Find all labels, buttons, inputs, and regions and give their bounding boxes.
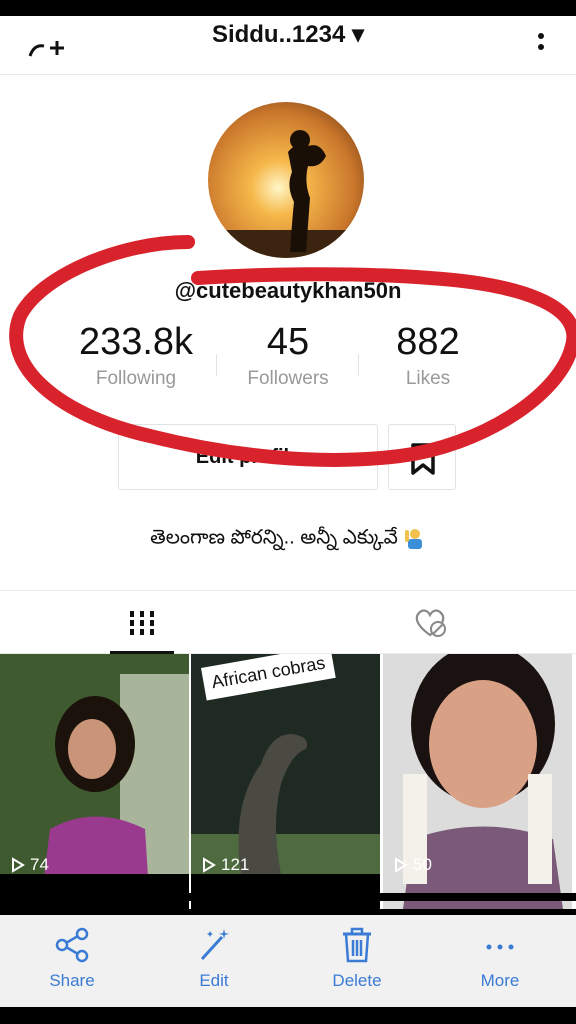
content-tabs bbox=[0, 590, 576, 654]
delete-label: Delete bbox=[332, 971, 382, 990]
magic-wand-icon bbox=[200, 929, 229, 961]
play-icon bbox=[12, 857, 25, 873]
play-icon bbox=[395, 857, 408, 873]
share-label: Share bbox=[49, 971, 95, 990]
edit-button[interactable]: Edit bbox=[164, 925, 264, 991]
share-button[interactable]: Share bbox=[22, 925, 122, 991]
more-button[interactable]: More bbox=[450, 925, 550, 991]
play-icon bbox=[203, 857, 216, 873]
video-thumbnail[interactable]: 50 bbox=[383, 654, 572, 909]
play-count-value: 50 bbox=[413, 855, 432, 874]
play-count-value: 121 bbox=[221, 855, 250, 874]
edit-label: Edit bbox=[199, 971, 229, 990]
share-icon bbox=[55, 927, 89, 963]
bottom-bezel bbox=[0, 1007, 576, 1024]
video-thumbnail[interactable]: 74 bbox=[0, 654, 189, 909]
grid-icon bbox=[130, 611, 154, 635]
status-bar bbox=[0, 0, 576, 16]
video-grid: 74 African cobras 121 50 bbox=[0, 654, 576, 909]
tab-videos[interactable] bbox=[110, 591, 174, 654]
liked-hidden-heart-icon[interactable] bbox=[412, 607, 448, 639]
more-icon bbox=[486, 944, 514, 950]
play-count-value: 74 bbox=[30, 855, 49, 874]
trash-icon bbox=[343, 927, 371, 963]
video-thumbnail[interactable]: African cobras 121 bbox=[191, 654, 380, 909]
play-count: 50 bbox=[393, 855, 432, 875]
divider bbox=[0, 893, 576, 901]
action-bar: Share Edit Delete More bbox=[0, 915, 576, 1007]
profile-screen: Siddu..1234 ▾ @cutebeautykhan50n 233.8k bbox=[0, 16, 576, 909]
delete-button[interactable]: Delete bbox=[307, 925, 407, 991]
play-count: 74 bbox=[10, 855, 49, 875]
play-count: 121 bbox=[201, 855, 249, 875]
more-label: More bbox=[480, 971, 520, 990]
